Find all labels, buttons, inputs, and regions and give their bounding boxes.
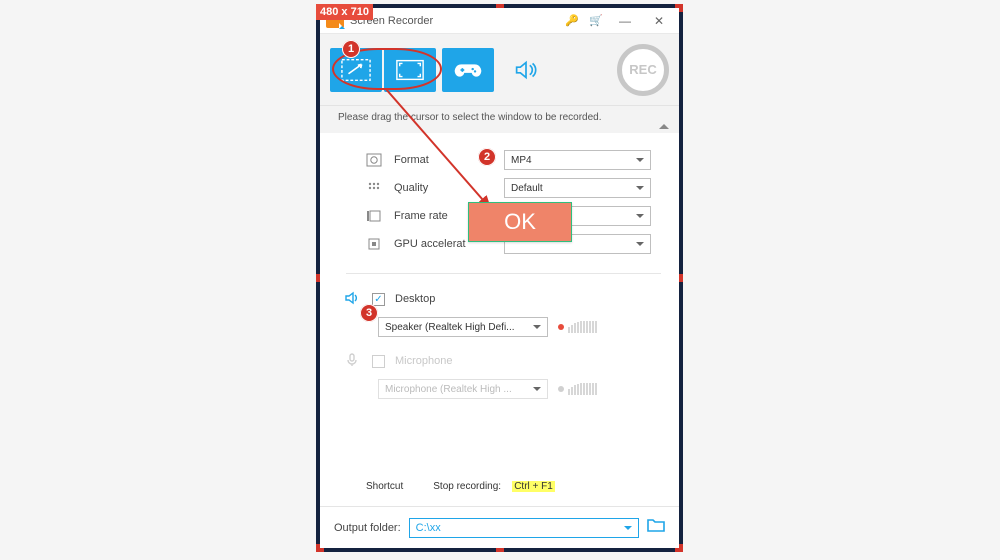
desktop-device-select[interactable]: Speaker (Realtek High Defi... [378,317,548,337]
framerate-icon [366,208,384,224]
quality-label: Quality [394,182,494,194]
microphone-label: Microphone [395,355,452,367]
game-controller-icon [453,57,483,83]
close-button[interactable]: ✕ [645,10,673,32]
select-region-icon [341,57,371,83]
desktop-label: Desktop [395,293,435,305]
selection-dimensions: 480 x 710 [316,4,373,20]
titlebar: Screen Recorder 🔑 🛒 — ✕ [320,8,679,34]
mode-game-button[interactable] [442,48,494,92]
microphone-icon [344,352,362,371]
hint-bar: Please drag the cursor to select the win… [320,106,679,133]
quality-select[interactable]: Default [504,178,651,198]
microphone-level-meter [558,383,597,395]
stop-recording-label: Stop recording: [433,481,501,492]
format-label: Format [394,154,494,166]
collapse-icon[interactable] [659,119,669,129]
microphone-checkbox[interactable] [372,355,385,368]
record-button[interactable]: REC [617,44,669,96]
gpu-select[interactable] [504,234,651,254]
microphone-device-select: Microphone (Realtek High ... [378,379,548,399]
cart-icon[interactable]: 🛒 [587,14,605,27]
hint-text: Please drag the cursor to select the win… [338,112,601,123]
desktop-level-meter [558,321,597,333]
framerate-select[interactable]: 60 FPS [504,206,651,226]
gpu-icon [366,236,384,252]
browse-folder-icon[interactable] [647,517,665,538]
framerate-label: Frame rate [394,210,494,222]
output-path-select[interactable]: C:\xx [409,518,639,538]
format-select[interactable]: MP4 [504,150,651,170]
format-icon [366,152,384,168]
shortcut-label: Shortcut [366,481,403,492]
output-footer: Output folder: C:\xx [320,506,679,548]
output-label: Output folder: [334,522,401,534]
desktop-audio-icon [344,290,362,309]
mode-region-button[interactable] [330,48,382,92]
stop-recording-key: Ctrl + F1 [512,481,555,492]
minimize-button[interactable]: — [611,10,639,32]
mode-audio-button[interactable] [500,48,552,92]
mode-toolbar: REC [320,34,679,106]
key-icon[interactable]: 🔑 [563,14,581,27]
app-window: Screen Recorder 🔑 🛒 — ✕ [320,8,679,548]
mode-fullscreen-button[interactable] [384,48,436,92]
gpu-label: GPU accelerat [394,238,494,250]
desktop-checkbox[interactable]: ✓ [372,293,385,306]
speaker-icon [511,57,541,83]
quality-icon [366,180,384,196]
settings-panel: Format MP4 Quality Default Frame rate 60… [320,133,679,506]
fullscreen-icon [395,57,425,83]
